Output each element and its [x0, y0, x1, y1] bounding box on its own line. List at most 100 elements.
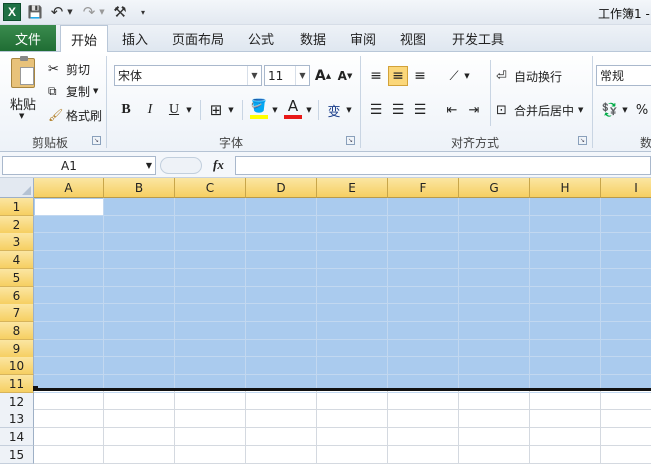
- format-painter-button[interactable]: 🖌 格式刷: [48, 106, 102, 124]
- orientation-dropdown-icon[interactable]: ▼: [462, 66, 472, 86]
- bold-button[interactable]: B: [116, 100, 136, 120]
- row-header-12[interactable]: 12: [0, 393, 34, 411]
- row-header-15[interactable]: 15: [0, 446, 34, 464]
- phonetic-guide-icon[interactable]: 变: [324, 100, 344, 120]
- alignment-launcher-icon[interactable]: ↘: [578, 136, 587, 145]
- wrap-text-button[interactable]: ⏎ 自动换行: [496, 66, 562, 86]
- formula-bar-toggle[interactable]: [160, 157, 202, 174]
- tab-review[interactable]: 审阅: [342, 25, 384, 52]
- paste-button[interactable]: 粘贴 ▼: [6, 56, 42, 126]
- scissors-icon: ✂: [48, 61, 59, 77]
- align-top-icon[interactable]: ≡: [366, 66, 386, 86]
- font-color-swatch: [284, 115, 302, 119]
- borders-icon[interactable]: ⊞: [206, 100, 226, 120]
- font-size-combo[interactable]: 11 ▼: [264, 65, 310, 86]
- fill-color-button[interactable]: 🪣: [248, 98, 270, 122]
- undo-dropdown-icon[interactable]: ▼: [66, 3, 74, 21]
- phonetic-dropdown-icon[interactable]: ▼: [344, 100, 354, 120]
- redo-icon[interactable]: ↷: [80, 3, 98, 21]
- increase-indent-icon[interactable]: ⇥: [464, 100, 484, 120]
- copy-dropdown-icon[interactable]: ▼: [93, 87, 98, 95]
- align-bottom-icon[interactable]: ≡: [410, 66, 430, 86]
- row-header-3[interactable]: 3: [0, 233, 34, 251]
- row-header-2[interactable]: 2: [0, 216, 34, 234]
- name-box-dropdown-icon[interactable]: ▼: [146, 161, 152, 170]
- tools-icon[interactable]: ⚒: [110, 3, 130, 21]
- row-header-9[interactable]: 9: [0, 340, 34, 358]
- customize-toolbar-icon[interactable]: ▾: [138, 3, 148, 21]
- fill-color-dropdown-icon[interactable]: ▼: [270, 100, 280, 120]
- excel-logo-icon[interactable]: X: [3, 3, 21, 21]
- cut-button[interactable]: ✂ 剪切: [48, 60, 90, 78]
- align-middle-icon[interactable]: ≡: [388, 66, 408, 86]
- fill-handle[interactable]: [33, 386, 38, 391]
- shrink-font-button[interactable]: A ▼: [336, 66, 354, 86]
- decrease-indent-icon[interactable]: ⇤: [442, 100, 462, 120]
- font-size-dropdown-icon[interactable]: ▼: [295, 66, 309, 85]
- tab-view[interactable]: 视图: [392, 25, 434, 52]
- tab-insert[interactable]: 插入: [114, 25, 156, 52]
- align-center-icon[interactable]: ☰: [388, 100, 408, 120]
- row-header-7[interactable]: 7: [0, 304, 34, 322]
- selected-range[interactable]: [34, 198, 651, 389]
- tab-file[interactable]: 文件: [0, 25, 56, 51]
- font-color-button[interactable]: A: [282, 97, 304, 122]
- toolbar-separator: [200, 100, 201, 120]
- font-color-letter: A: [287, 97, 299, 115]
- align-right-icon[interactable]: ☰: [410, 100, 430, 120]
- copy-button[interactable]: ⧉ 复制 ▼: [48, 82, 98, 100]
- column-header-d[interactable]: D: [246, 178, 317, 198]
- tab-page-layout[interactable]: 页面布局: [166, 25, 230, 52]
- tab-data[interactable]: 数据: [292, 25, 334, 52]
- row-header-14[interactable]: 14: [0, 428, 34, 446]
- clipboard-launcher-icon[interactable]: ↘: [92, 136, 101, 145]
- italic-button[interactable]: I: [140, 100, 160, 120]
- column-gridline: [103, 391, 104, 464]
- column-header-e[interactable]: E: [317, 178, 388, 198]
- undo-icon[interactable]: ↶: [48, 3, 66, 21]
- row-header-1[interactable]: 1: [0, 198, 34, 216]
- accounting-dropdown-icon[interactable]: ▼: [620, 100, 630, 120]
- font-name-combo[interactable]: 宋体 ▼: [114, 65, 262, 86]
- row-header-13[interactable]: 13: [0, 410, 34, 428]
- redo-dropdown-icon[interactable]: ▼: [98, 3, 106, 21]
- underline-dropdown-icon[interactable]: ▼: [184, 100, 194, 120]
- row-header-8[interactable]: 8: [0, 322, 34, 340]
- font-color-dropdown-icon[interactable]: ▼: [304, 100, 314, 120]
- tab-developer[interactable]: 开发工具: [446, 25, 510, 52]
- column-header-g[interactable]: G: [459, 178, 530, 198]
- paste-dropdown-icon[interactable]: ▼: [19, 112, 24, 120]
- column-header-c[interactable]: C: [175, 178, 246, 198]
- merge-center-button[interactable]: ⊡ 合并后居中 ▼: [496, 100, 583, 120]
- row-header-4[interactable]: 4: [0, 251, 34, 269]
- formula-input[interactable]: [235, 156, 651, 175]
- active-cell[interactable]: [35, 199, 103, 215]
- merge-dropdown-icon[interactable]: ▼: [578, 106, 583, 114]
- percent-button[interactable]: %: [634, 100, 650, 120]
- accounting-format-icon[interactable]: 💱: [600, 100, 620, 120]
- column-header-a[interactable]: A: [34, 178, 104, 198]
- tab-home[interactable]: 开始: [60, 25, 108, 53]
- font-name-dropdown-icon[interactable]: ▼: [247, 66, 261, 85]
- row-header-11[interactable]: 11: [0, 375, 34, 393]
- column-header-i[interactable]: I: [601, 178, 651, 198]
- row-header-6[interactable]: 6: [0, 287, 34, 305]
- font-launcher-icon[interactable]: ↘: [346, 136, 355, 145]
- column-header-h[interactable]: H: [530, 178, 601, 198]
- name-box[interactable]: A1 ▼: [2, 156, 156, 175]
- column-header-b[interactable]: B: [104, 178, 175, 198]
- align-left-icon[interactable]: ☰: [366, 100, 386, 120]
- column-gridline: [600, 391, 601, 464]
- orientation-icon[interactable]: ⟋: [444, 66, 464, 86]
- row-header-5[interactable]: 5: [0, 269, 34, 287]
- save-icon[interactable]: 💾: [26, 3, 44, 21]
- borders-dropdown-icon[interactable]: ▼: [226, 100, 236, 120]
- select-all-button[interactable]: [0, 178, 34, 198]
- number-format-combo[interactable]: 常规: [596, 65, 651, 86]
- column-header-f[interactable]: F: [388, 178, 459, 198]
- grow-font-button[interactable]: A ▲: [314, 66, 332, 86]
- tab-formulas[interactable]: 公式: [240, 25, 282, 52]
- underline-button[interactable]: U: [164, 100, 184, 120]
- insert-function-icon[interactable]: fx: [213, 157, 224, 173]
- row-header-10[interactable]: 10: [0, 357, 34, 375]
